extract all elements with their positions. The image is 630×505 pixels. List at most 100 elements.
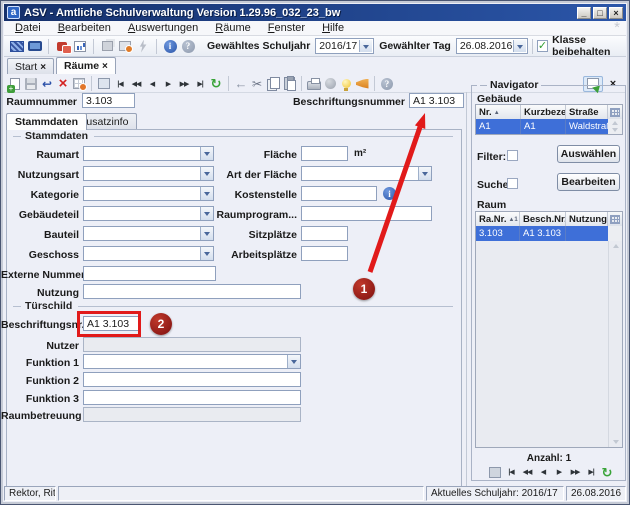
fast-rewind-icon[interactable]: ◀◀ [128,76,144,91]
beschriftungsnummer-field[interactable]: A1 3.103 [409,93,464,108]
first-record-icon[interactable]: |◀ [112,76,128,91]
schuljahr-label: Gewähltes Schuljahr [207,40,310,52]
suche-checkbox[interactable] [507,178,518,189]
last-record-icon[interactable]: ▶| [192,76,208,91]
back-arrow-icon[interactable]: ← [233,76,249,91]
refresh-icon[interactable]: ↻ [599,465,615,480]
bearbeiten-button[interactable]: Bearbeiten [557,173,620,191]
cut-icon[interactable]: ✂ [249,76,265,91]
menu-fenster[interactable]: Fenster [263,22,310,34]
table-scrollbar[interactable] [608,119,622,134]
filter-label: Filter: [477,151,509,163]
next-record-icon[interactable]: ▶ [551,465,567,480]
flaeche-field[interactable] [301,146,348,161]
menu-raeume[interactable]: Räume [210,22,255,34]
tab-raeume[interactable]: Räume× [56,57,116,74]
timetable-icon[interactable] [8,38,26,54]
chevron-down-icon[interactable] [359,40,372,52]
announce-icon[interactable] [354,76,370,91]
user-status: Rektor, Rita [4,486,56,501]
gebaeudeteil-select[interactable] [83,206,214,221]
raum-table-header[interactable]: Ra.Nr.▲1 Besch.Nr. Nutzungs... [476,212,622,226]
new-record-icon[interactable] [7,76,23,91]
refresh-icon[interactable]: ↻ [208,76,224,91]
externe-nummer-field[interactable] [83,266,216,281]
copy-icon[interactable] [265,76,281,91]
gebaeude-row-selected[interactable]: A1 A1 Waldstraße [476,119,622,134]
raumart-select[interactable] [83,146,214,161]
art-der-flaeche-select[interactable] [301,166,432,181]
geschoss-select[interactable] [83,246,214,261]
annotation-badge-2: 2 [150,313,172,335]
art-der-flaeche-label: Art der Fläche [211,169,297,181]
klasse-checkbox[interactable]: ✓ [537,40,548,52]
window-page-icon[interactable] [96,76,112,91]
funktion1-select[interactable] [83,354,301,369]
menu-bearbeiten[interactable]: Bearbeiten [53,22,116,34]
funktion2-field[interactable] [83,372,301,387]
bauteil-select[interactable] [83,226,214,241]
monitor-icon[interactable] [26,38,44,54]
column-config-icon[interactable] [608,105,622,119]
kategorie-select[interactable] [83,186,214,201]
arbeitsplaetze-field[interactable] [301,246,348,261]
info-icon[interactable]: i [383,187,396,200]
menu-hilfe[interactable]: Hilfe [317,22,349,34]
filter-checkbox[interactable] [507,150,518,161]
help-icon[interactable]: ? [179,38,197,54]
previous-record-icon[interactable]: ◀ [535,465,551,480]
info-icon[interactable]: i [161,38,179,54]
next-record-icon[interactable]: ▶ [160,76,176,91]
messages-icon[interactable] [53,38,71,54]
sort-asc-icon: ▲1 [508,217,517,223]
fast-rewind-icon[interactable]: ◀◀ [519,465,535,480]
chevron-down-icon[interactable] [418,167,431,180]
auswaehlen-button[interactable]: Auswählen [557,145,620,163]
nutzung-field[interactable] [83,284,301,299]
fast-forward-icon[interactable]: ▶▶ [567,465,583,480]
sitzplaetze-field[interactable] [301,226,348,241]
edit-table-icon[interactable] [71,76,87,91]
close-tab-icon[interactable]: × [102,61,108,72]
tag-select[interactable]: 26.08.2016 [456,38,528,54]
raumprogramm-field[interactable] [301,206,432,221]
tab-strip: Start× Räume× [4,58,626,74]
chevron-down-icon[interactable] [287,355,300,368]
column-config-icon[interactable] [608,212,622,226]
sort-asc-icon: ▲ [494,110,500,116]
fast-forward-icon[interactable]: ▶▶ [176,76,192,91]
raumnummer-field[interactable]: 3.103 [82,93,135,108]
chevron-down-icon[interactable] [513,40,526,52]
delete-record-icon[interactable]: × [55,76,71,91]
first-record-icon[interactable]: |◀ [503,465,519,480]
save-icon [23,76,39,91]
status-bar: Rektor, Rita Aktuelles Schuljahr: 2016/1… [4,486,626,501]
title-bar: a ASV - Amtliche Schulverwaltung Version… [4,4,626,21]
previous-record-icon[interactable]: ◀ [144,76,160,91]
gebaeude-table-header[interactable]: Nr.▲ Kurzbezei... Straße [476,105,622,119]
close-button[interactable]: × [609,7,623,19]
report-chart-icon[interactable] [71,38,89,54]
undo-icon[interactable]: ↩ [39,76,55,91]
tab-start[interactable]: Start× [7,58,54,74]
menu-auswertungen[interactable]: Auswertungen [123,22,203,34]
minimize-button[interactable]: _ [577,7,591,19]
navigator-record-nav: |◀ ◀◀ ◀ ▶ ▶▶ ▶| ↻ [479,464,623,480]
subtab-stammdaten[interactable]: Stammdaten [6,113,87,130]
print-icon[interactable] [306,76,322,91]
navigator-legend: Navigator [477,79,541,91]
menu-datei[interactable]: Datei [10,22,46,34]
nutzungsart-select[interactable] [83,166,214,181]
close-tab-icon[interactable]: × [40,62,46,73]
raum-row-selected[interactable]: 3.103 A1 3.103 [476,226,622,241]
last-record-icon[interactable]: ▶| [583,465,599,480]
funktion2-label: Funktion 2 [1,375,79,387]
funktion3-field[interactable] [83,390,301,405]
paste-icon[interactable] [281,76,297,91]
kostenstelle-field[interactable] [301,186,377,201]
nutzung-label: Nutzung [1,287,79,299]
maximize-button[interactable]: □ [593,7,607,19]
lightbulb-icon[interactable] [338,76,354,91]
context-help-icon[interactable]: ? [379,76,395,91]
schuljahr-select[interactable]: 2016/17 [315,38,374,54]
